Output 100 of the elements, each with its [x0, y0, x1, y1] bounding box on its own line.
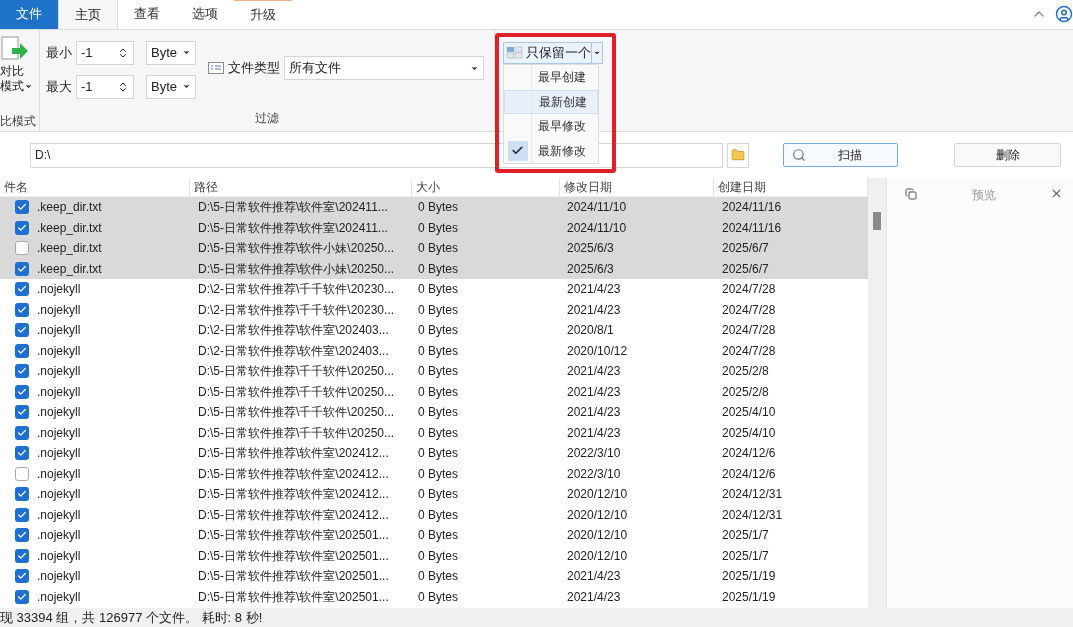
- table-cell: D:\5-日常软件推荐\软件室\202501...: [198, 569, 389, 584]
- menu-item[interactable]: 最早创建: [504, 65, 598, 90]
- table-cell: 2020/12/10: [567, 487, 628, 502]
- spinner-arrows-icon: [117, 80, 129, 93]
- delete-button[interactable]: 删除: [954, 143, 1061, 167]
- group-caption: 过滤: [255, 110, 279, 127]
- table-cell: 2021/4/23: [567, 405, 621, 420]
- table-cell: 0 Bytes: [418, 261, 459, 276]
- table-cell: 0 Bytes: [418, 548, 459, 563]
- table-cell-text: .nojekyll: [37, 588, 81, 606]
- check-icon: [17, 202, 27, 213]
- check-icon: [17, 263, 27, 274]
- ribbon-tab[interactable]: 查看: [118, 0, 176, 29]
- keep-one-dropdown[interactable]: 只保留一个: [503, 42, 603, 64]
- table-cell: 0 Bytes: [418, 364, 459, 379]
- table-cell: D:\5-日常软件推荐\千千软件\20250...: [198, 384, 395, 399]
- table-cell: D:\5-日常软件推荐\千千软件\20250...: [198, 364, 395, 379]
- ribbon-tab[interactable]: 主页: [58, 0, 118, 29]
- checkbox[interactable]: [15, 425, 29, 440]
- checkbox[interactable]: [15, 569, 29, 584]
- number-spinner[interactable]: -1: [76, 74, 134, 99]
- scan-button[interactable]: 扫描: [783, 143, 898, 167]
- column-header[interactable]: 路径: [194, 178, 218, 196]
- table-row[interactable]: .keep_dir.txt D:\5-日常软件推荐\软件小妹\20250... 0 Bytes 2025/6/3 2025/6/7: [0, 238, 868, 259]
- table-cell: 0 Bytes: [418, 569, 459, 584]
- table-cell: 2025/4/10: [722, 405, 776, 420]
- check-icon: [17, 530, 27, 541]
- checkbox[interactable]: [15, 507, 29, 522]
- table-cell: 2021/4/23: [567, 282, 621, 297]
- number-spinner[interactable]: -1: [76, 40, 134, 65]
- compare-mode-button[interactable]: 对比 模式: [0, 30, 33, 112]
- table-cell: D:\5-日常软件推荐\软件室\202501...: [198, 548, 389, 563]
- column-header[interactable]: 创建日期: [718, 178, 766, 196]
- checkbox[interactable]: [15, 548, 29, 563]
- field-label: 最大: [46, 77, 72, 96]
- checkbox[interactable]: [15, 384, 29, 399]
- table-cell: 0 Bytes: [418, 220, 459, 235]
- checkbox[interactable]: [15, 589, 29, 604]
- table-cell: 0 Bytes: [418, 446, 459, 461]
- table-row[interactable]: .keep_dir.txt D:\5-日常软件推荐\软件室\202411... 0 Bytes 2024/11/10 2024/11/16: [0, 197, 868, 218]
- table-cell: D:\5-日常软件推荐\软件室\202501...: [198, 589, 389, 604]
- menu-item[interactable]: 最新创建: [504, 89, 598, 114]
- column-header[interactable]: 修改日期: [564, 178, 612, 196]
- table-cell: D:\2-日常软件推荐\千千软件\20230...: [198, 282, 395, 297]
- table-cell-text: .nojekyll: [37, 465, 81, 483]
- table-cell: D:\5-日常软件推荐\软件室\202411...: [198, 200, 388, 215]
- checkbox[interactable]: [15, 364, 29, 379]
- table-cell: 2021/4/23: [567, 302, 621, 317]
- unit-dropdown[interactable]: Byte: [146, 40, 196, 65]
- table-cell: 2025/6/7: [722, 241, 769, 256]
- checkbox[interactable]: [15, 528, 29, 543]
- table-cell-text: .nojekyll: [37, 404, 81, 422]
- restore-icon[interactable]: [905, 188, 917, 200]
- table-row[interactable]: .keep_dir.txt D:\5-日常软件推荐\软件室\202411... 0 Bytes 2024/11/10 2024/11/16: [0, 217, 868, 238]
- checkbox[interactable]: [15, 241, 29, 256]
- checkbox[interactable]: [15, 302, 29, 317]
- user-icon[interactable]: [1055, 5, 1073, 23]
- ribbon-tab[interactable]: 文件: [0, 0, 58, 29]
- table-row[interactable]: .keep_dir.txt D:\5-日常软件推荐\软件小妹\20250... 0 Bytes 2025/6/3 2025/6/7: [0, 258, 868, 279]
- table-cell: 2024/11/16: [722, 200, 782, 215]
- checkbox[interactable]: [15, 200, 29, 215]
- menu-item[interactable]: 最早修改: [504, 114, 598, 139]
- table-cell-text: .nojekyll: [37, 342, 81, 360]
- table-cell: 2025/2/8: [722, 364, 769, 379]
- table-cell: D:\5-日常软件推荐\软件室\202412...: [198, 446, 389, 461]
- unit-dropdown[interactable]: Byte: [146, 74, 196, 99]
- table-cell: 2021/4/23: [567, 569, 621, 584]
- table-cell: 0 Bytes: [418, 507, 459, 522]
- table-cell: 0 Bytes: [418, 405, 459, 420]
- file-type-dropdown[interactable]: 所有文件: [284, 56, 484, 80]
- close-icon[interactable]: [1050, 187, 1063, 200]
- column-header[interactable]: 件名: [4, 178, 28, 196]
- scrollbar-thumb[interactable]: [873, 212, 881, 230]
- checkbox[interactable]: [15, 220, 29, 235]
- table-cell: D:\5-日常软件推荐\软件小妹\20250...: [198, 261, 395, 276]
- table-cell: 2022/3/10: [567, 466, 621, 481]
- checkbox[interactable]: [15, 323, 29, 338]
- checkbox[interactable]: [15, 282, 29, 297]
- table-cell: 2025/4/10: [722, 425, 776, 440]
- table-cell: D:\5-日常软件推荐\千千软件\20250...: [198, 425, 395, 440]
- check-icon: [17, 550, 27, 561]
- table-cell: 2024/12/6: [722, 446, 776, 461]
- ribbon-tab[interactable]: 选项: [176, 0, 234, 29]
- table-cell: 2025/2/8: [722, 384, 769, 399]
- checkbox[interactable]: [15, 261, 29, 276]
- table-cell: 2024/11/10: [567, 220, 627, 235]
- table-cell: 0 Bytes: [418, 323, 459, 338]
- table-cell: 2020/10/12: [567, 343, 628, 358]
- checkbox[interactable]: [15, 466, 29, 481]
- table-cell: 0 Bytes: [418, 528, 459, 543]
- checkbox[interactable]: [15, 487, 29, 502]
- checkbox[interactable]: [15, 446, 29, 461]
- checkbox[interactable]: [15, 405, 29, 420]
- scrollbar[interactable]: [868, 178, 886, 608]
- table-cell: D:\5-日常软件推荐\软件室\202412...: [198, 466, 389, 481]
- column-header[interactable]: 大小: [416, 178, 440, 196]
- table-cell: 2025/1/19: [722, 569, 776, 584]
- check-icon: [17, 386, 27, 397]
- checkbox[interactable]: [15, 343, 29, 358]
- table-cell-text: .keep_dir.txt: [37, 240, 102, 258]
